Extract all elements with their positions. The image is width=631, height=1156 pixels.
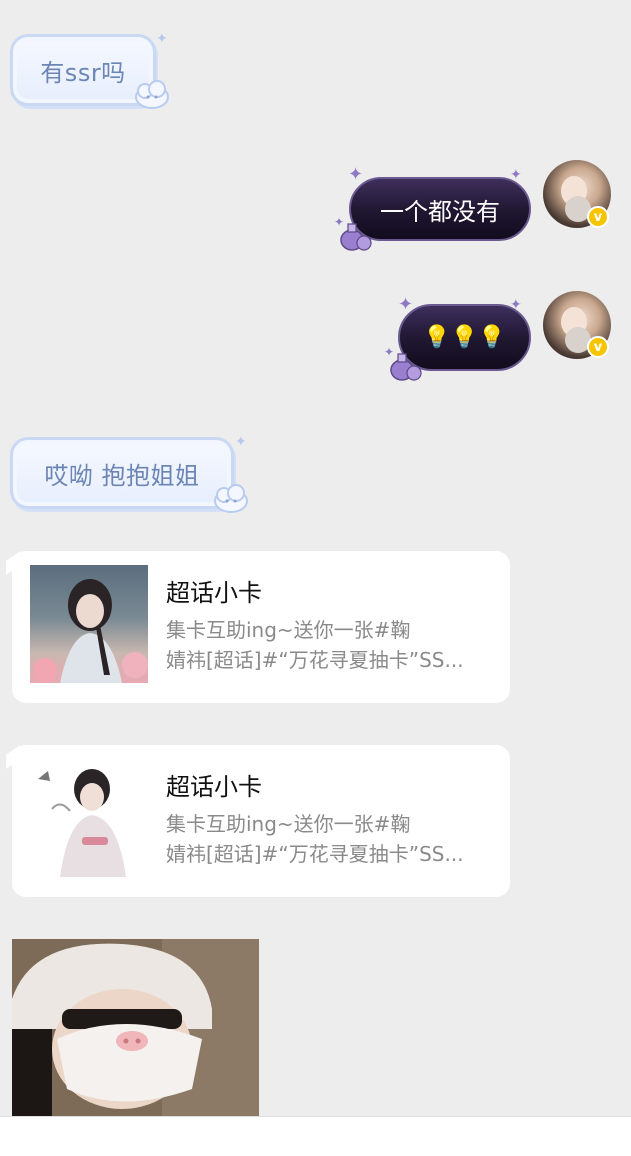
sparkle-icon: ✦ [156, 31, 168, 47]
chat-message-list[interactable]: 有ssr吗 ✦ ✦ ✦ 一个都没有 ✦ v ✦ ✦ 💡💡💡 ✦ v 哎呦 抱抱姐… [0, 0, 631, 1116]
bottom-bar [0, 1116, 631, 1156]
card-description: 集卡互助ing~送你一张#鞠 婧祎[超话]#“万花寻夏抽卡”SS... [166, 809, 496, 869]
share-card[interactable]: 超话小卡 集卡互助ing~送你一张#鞠 婧祎[超话]#“万花寻夏抽卡”SS... [12, 551, 510, 703]
portrait-illustration [33, 579, 148, 683]
card-desc-line: 婧祎[超话]#“万花寻夏抽卡”SS... [166, 842, 464, 866]
message-text: 一个都没有 [380, 197, 500, 226]
cloud-sticker-icon [214, 484, 248, 513]
verified-badge-icon: v [587, 336, 609, 358]
card-thumbnail [30, 565, 148, 683]
message-text: 有ssr吗 [40, 58, 126, 87]
share-card[interactable]: 超话小卡 集卡互助ing~送你一张#鞠 婧祎[超话]#“万花寻夏抽卡”SS... [12, 745, 510, 897]
selfie-photo [12, 939, 259, 1116]
message-bubble-incoming[interactable]: 哎呦 抱抱姐姐 [10, 437, 234, 509]
cloud-sticker-icon [135, 80, 169, 109]
card-description: 集卡互助ing~送你一张#鞠 婧祎[超话]#“万花寻夏抽卡”SS... [166, 615, 496, 675]
sparkle-icon: ✦ [235, 434, 247, 450]
svg-text:✦: ✦ [384, 345, 394, 359]
card-title: 超话小卡 [166, 579, 262, 607]
card-desc-line: 集卡互助ing~送你一张#鞠 [166, 812, 411, 836]
image-message[interactable] [12, 939, 259, 1116]
potion-sticker-icon: ✦ [384, 345, 422, 381]
card-desc-line: 集卡互助ing~送你一张#鞠 [166, 618, 411, 642]
svg-text:✦: ✦ [334, 215, 344, 229]
sparkle-icon: ✦ [348, 164, 364, 185]
verified-badge-icon: v [587, 206, 609, 228]
card-thumbnail [30, 759, 148, 877]
potion-sticker-icon: ✦ [334, 215, 372, 251]
card-desc-line: 婧祎[超话]#“万花寻夏抽卡”SS... [166, 648, 464, 672]
card-title: 超话小卡 [166, 773, 262, 801]
lightbulb-icon: 💡💡💡 [423, 325, 506, 350]
portrait-illustration [38, 769, 126, 877]
message-text: 哎呦 抱抱姐姐 [44, 461, 200, 490]
message-bubble-outgoing[interactable]: 一个都没有 [349, 177, 531, 241]
